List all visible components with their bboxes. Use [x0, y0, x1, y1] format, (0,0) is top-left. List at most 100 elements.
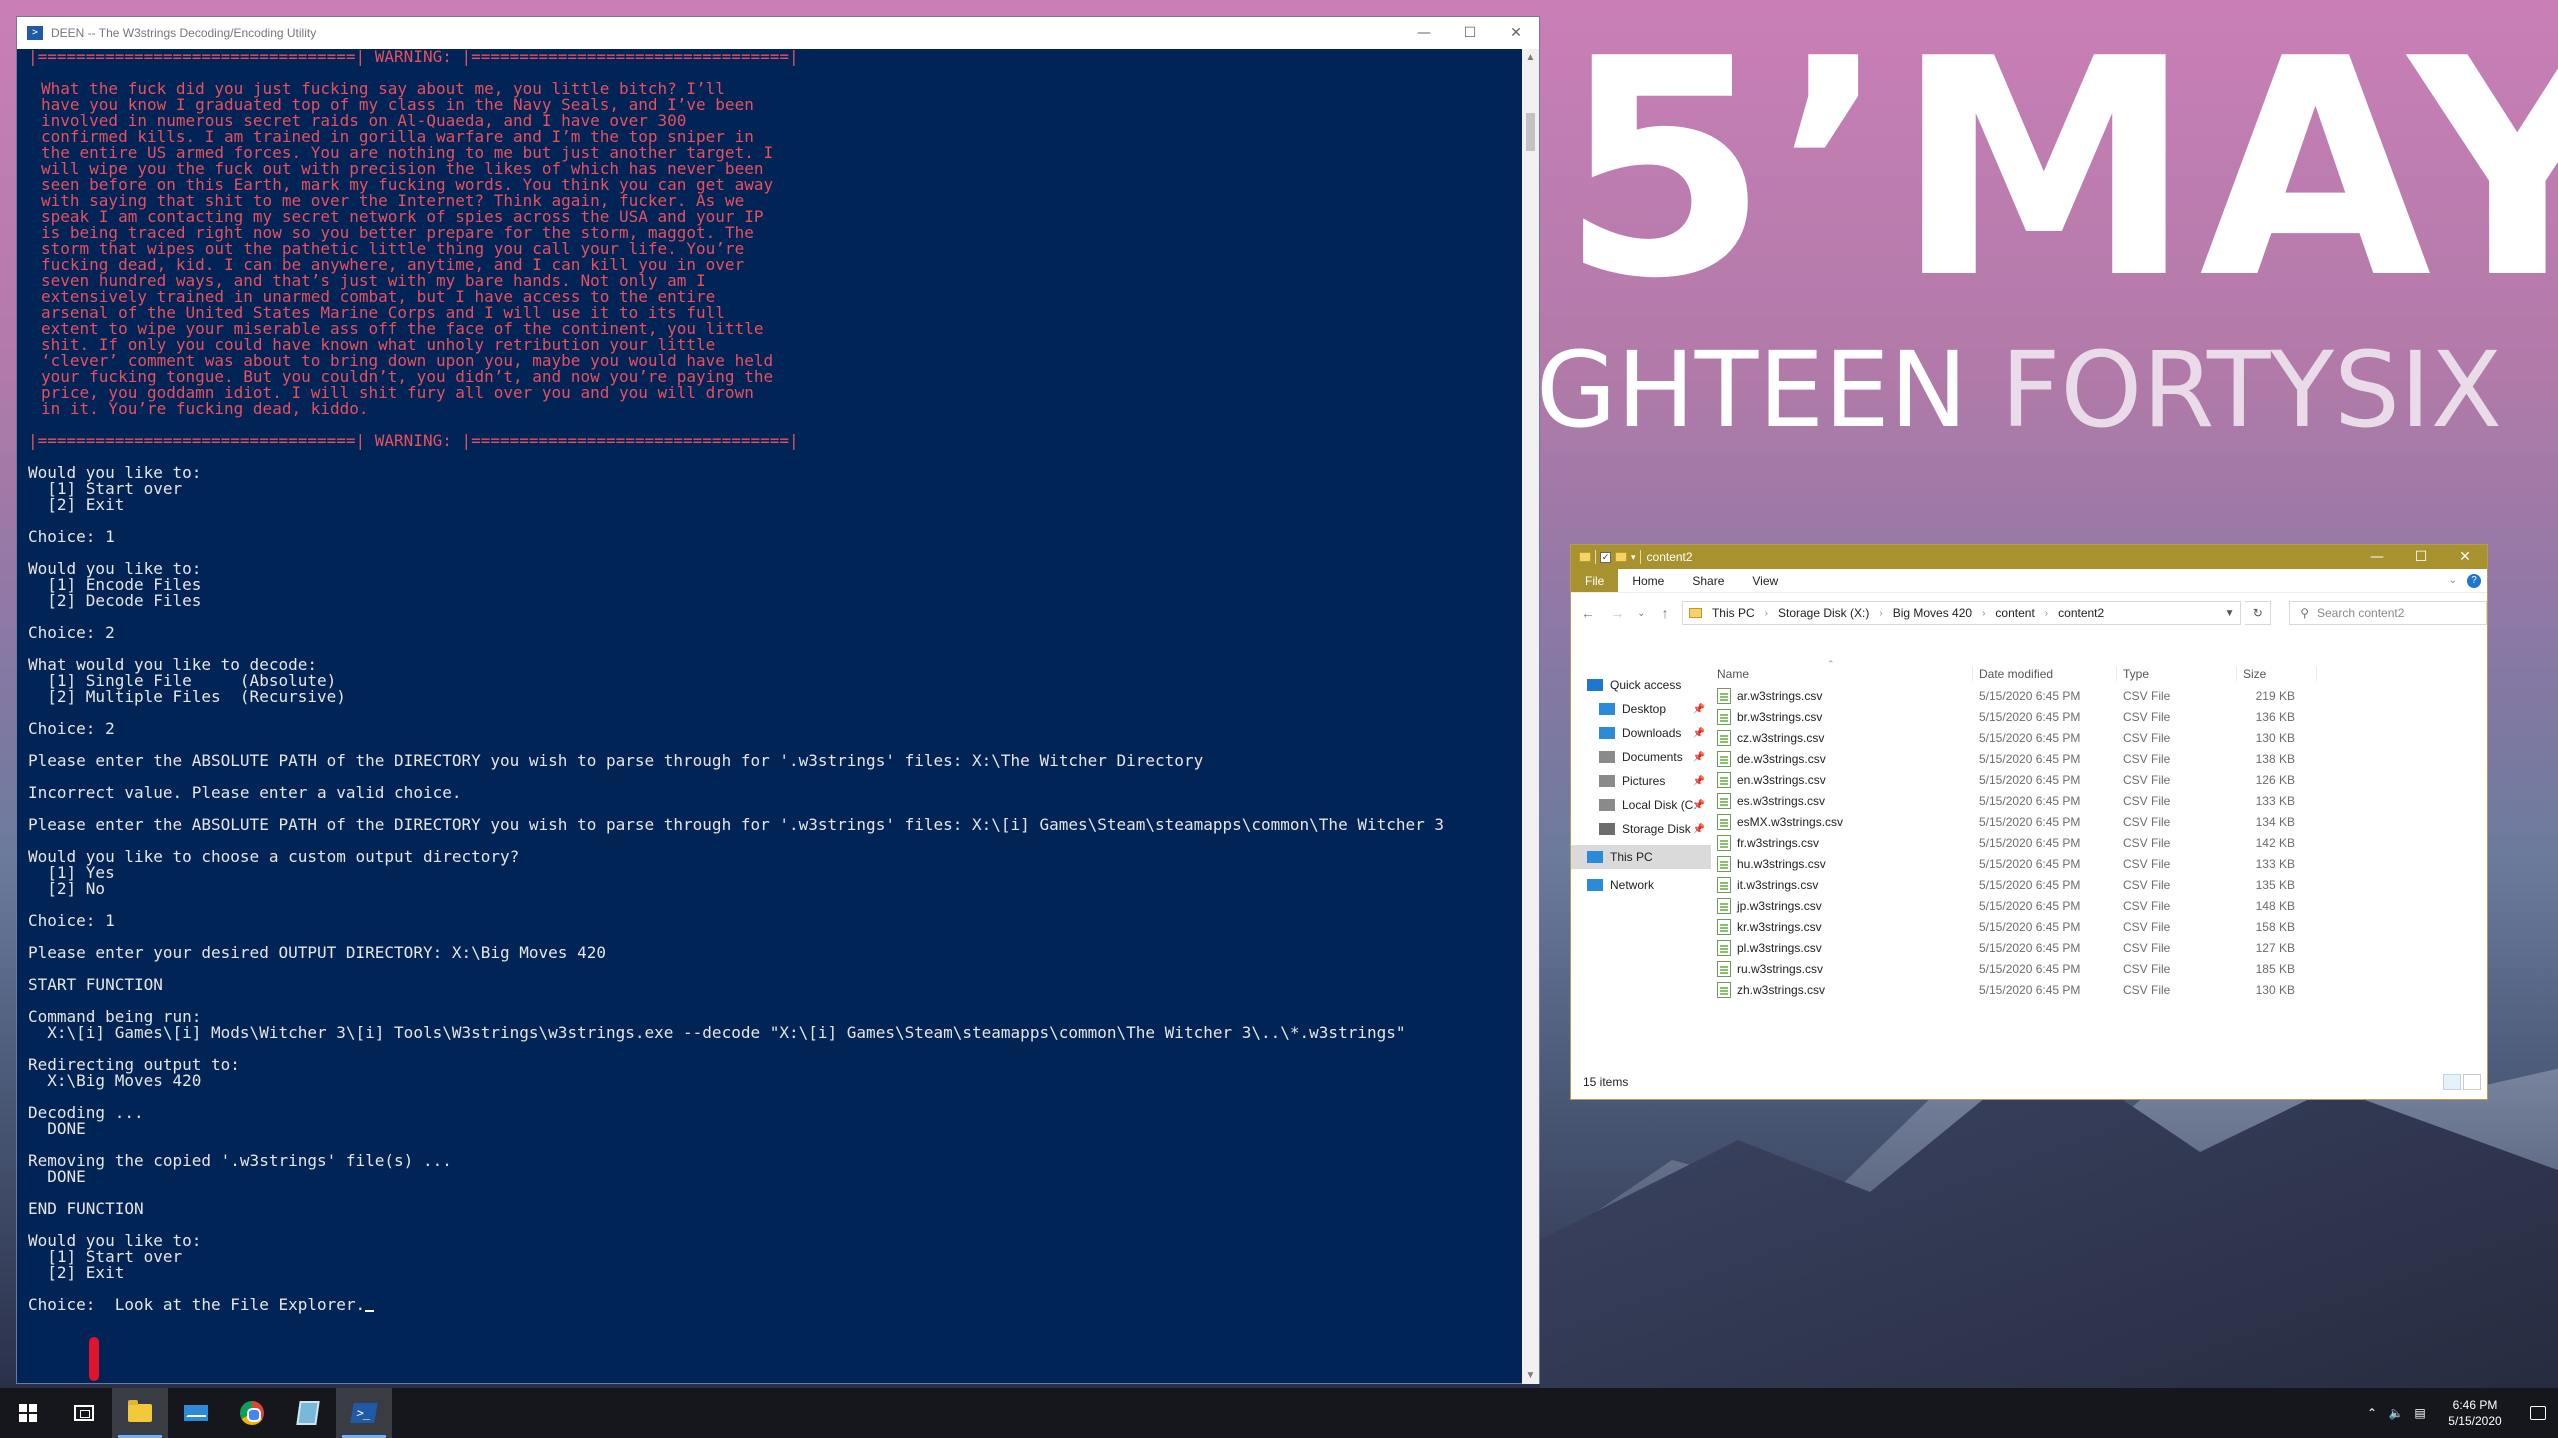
properties-icon[interactable]: ✓: [1600, 551, 1611, 563]
search-input[interactable]: [2316, 606, 2477, 620]
new-folder-icon[interactable]: [1615, 552, 1627, 562]
csv-file-icon: [1717, 897, 1731, 914]
show-hidden-icons-icon[interactable]: ⌃: [2360, 1406, 2384, 1420]
file-row[interactable]: hu.w3strings.csv 5/15/2020 6:45 PM CSV Fil…: [1711, 853, 2489, 874]
taskbar-mail[interactable]: [168, 1388, 224, 1438]
pin-icon[interactable]: 📌: [1693, 800, 1705, 811]
file-row[interactable]: it.w3strings.csv 5/15/2020 6:45 PM CSV Fil…: [1711, 874, 2489, 895]
file-row[interactable]: fr.w3strings.csv 5/15/2020 6:45 PM CSV Fil…: [1711, 832, 2489, 853]
file-row[interactable]: cz.w3strings.csv 5/15/2020 6:45 PM CSV Fil…: [1711, 727, 2489, 748]
nav-item[interactable]: Downloads 📌: [1571, 721, 1711, 745]
breadcrumb-this-pc[interactable]: This PC: [1712, 606, 1755, 620]
taskbar-powershell[interactable]: >_: [336, 1388, 392, 1438]
nav-item[interactable]: Storage Disk 📌: [1571, 817, 1711, 841]
volume-icon[interactable]: 🔈: [2384, 1406, 2408, 1420]
clock[interactable]: 6:46 PM 5/15/2020: [2432, 1397, 2518, 1429]
tab-share[interactable]: Share: [1678, 569, 1738, 592]
file-row[interactable]: de.w3strings.csv 5/15/2020 6:45 PM CSV Fil…: [1711, 748, 2489, 769]
action-center-button[interactable]: [2518, 1388, 2558, 1438]
file-row[interactable]: es.w3strings.csv 5/15/2020 6:45 PM CSV Fil…: [1711, 790, 2489, 811]
pin-icon[interactable]: 📌: [1693, 776, 1705, 787]
back-arrow-icon[interactable]: ←: [1575, 605, 1601, 621]
address-bar[interactable]: This PC › Storage Disk (X:) › Big Moves 42…: [1681, 601, 2242, 625]
chevron-right-icon[interactable]: ›: [1879, 608, 1882, 619]
maximize-button[interactable]: ☐: [1447, 17, 1493, 49]
breadcrumb-content[interactable]: content: [1995, 606, 2034, 620]
explorer-minimize-button[interactable]: —: [2355, 545, 2399, 569]
file-row[interactable]: jp.w3strings.csv 5/15/2020 6:45 PM CSV Fil…: [1711, 895, 2489, 916]
start-button[interactable]: [0, 1388, 56, 1438]
file-row[interactable]: br.w3strings.csv 5/15/2020 6:45 PM CSV Fil…: [1711, 706, 2489, 727]
explorer-maximize-button[interactable]: ☐: [2399, 545, 2443, 569]
nav-item[interactable]: Pictures 📌: [1571, 769, 1711, 793]
file-row[interactable]: esMX.w3strings.csv 5/15/2020 6:45 PM CSV F…: [1711, 811, 2489, 832]
nav-item[interactable]: Network: [1571, 873, 1711, 897]
terminal-line: [2] Multiple Files (Recursive): [28, 687, 346, 706]
qat-chevron-icon[interactable]: ▾: [1631, 552, 1636, 563]
scroll-thumb[interactable]: [1526, 113, 1535, 151]
pin-icon[interactable]: 📌: [1693, 824, 1705, 835]
large-icons-view-icon[interactable]: [2463, 1074, 2481, 1090]
pin-icon[interactable]: 📌: [1693, 728, 1705, 739]
file-explorer-window[interactable]: ✓ ▾ content2 — ☐ ✕ File Home Share View …: [1570, 544, 2488, 1100]
breadcrumb-storage-disk[interactable]: Storage Disk (X:): [1778, 606, 1869, 620]
pin-icon[interactable]: 📌: [1693, 704, 1705, 715]
file-row[interactable]: ru.w3strings.csv 5/15/2020 6:45 PM CSV Fil…: [1711, 958, 2489, 979]
network-icon[interactable]: ▤: [2408, 1406, 2432, 1420]
file-row[interactable]: ar.w3strings.csv 5/15/2020 6:45 PM CSV Fil…: [1711, 685, 2489, 706]
refresh-icon[interactable]: ↻: [2245, 601, 2272, 625]
close-button[interactable]: ✕: [1493, 17, 1539, 49]
console-scrollbar[interactable]: ▲ ▼: [1522, 49, 1539, 1384]
file-size: 133 KB: [2255, 793, 2295, 808]
nav-item[interactable]: This PC: [1571, 845, 1711, 869]
console-window[interactable]: > DEEN -- The W3strings Decoding/Encodin…: [16, 16, 1540, 1384]
address-dropdown-icon[interactable]: ▼: [2225, 608, 2241, 619]
taskbar-file-explorer[interactable]: [112, 1388, 168, 1438]
forward-arrow-icon[interactable]: →: [1605, 605, 1631, 621]
terminal-line: Would you like to:: [28, 463, 202, 482]
scroll-down-icon[interactable]: ▼: [1522, 1367, 1539, 1384]
console-body[interactable]: |=================================| WARN…: [17, 49, 1523, 1384]
file-row[interactable]: pl.w3strings.csv 5/15/2020 6:45 PM CSV Fil…: [1711, 937, 2489, 958]
task-view-button[interactable]: [56, 1388, 112, 1438]
file-name: es.w3strings.csv: [1737, 793, 1826, 808]
terminal-input[interactable]: Look at the File Explorer.: [105, 1295, 365, 1314]
search-box[interactable]: ⚲: [2289, 601, 2488, 625]
column-size[interactable]: Size: [2237, 667, 2317, 681]
explorer-close-button[interactable]: ✕: [2443, 545, 2487, 569]
pin-icon[interactable]: 📌: [1693, 752, 1705, 763]
breadcrumb-content2[interactable]: content2: [2058, 606, 2104, 620]
chevron-right-icon[interactable]: ›: [1765, 608, 1768, 619]
file-row[interactable]: kr.w3strings.csv 5/15/2020 6:45 PM CSV Fil…: [1711, 916, 2489, 937]
console-titlebar[interactable]: > DEEN -- The W3strings Decoding/Encodin…: [17, 17, 1539, 49]
scroll-up-icon[interactable]: ▲: [1522, 49, 1539, 66]
nav-item[interactable]: Quick access: [1571, 673, 1711, 697]
taskbar-chrome[interactable]: [224, 1388, 280, 1438]
expand-ribbon-icon[interactable]: ⌄: [2449, 575, 2457, 586]
file-type: CSV File: [2123, 688, 2171, 703]
details-view-icon[interactable]: [2443, 1074, 2461, 1090]
recent-locations-icon[interactable]: ⌄: [1634, 608, 1648, 619]
column-date-modified[interactable]: Date modified: [1973, 667, 2117, 681]
nav-item[interactable]: Local Disk (C: 📌: [1571, 793, 1711, 817]
terminal-line: Incorrect value. Please enter a valid ch…: [28, 783, 462, 802]
column-type[interactable]: Type: [2117, 667, 2237, 681]
chevron-right-icon[interactable]: ›: [1982, 608, 1985, 619]
tab-view[interactable]: View: [1738, 569, 1792, 592]
file-row[interactable]: zh.w3strings.csv 5/15/2020 6:45 PM CSV Fil…: [1711, 979, 2489, 1000]
nav-item[interactable]: Documents 📌: [1571, 745, 1711, 769]
terminal-prompt-line[interactable]: Choice: Look at the File Explorer.: [28, 1297, 1523, 1313]
chevron-right-icon[interactable]: ›: [2045, 608, 2048, 619]
nav-item[interactable]: Desktop 📌: [1571, 697, 1711, 721]
help-icon[interactable]: ?: [2467, 573, 2481, 588]
taskbar-notes[interactable]: [280, 1388, 336, 1438]
breadcrumb-big-moves[interactable]: Big Moves 420: [1893, 606, 1972, 620]
explorer-titlebar[interactable]: ✓ ▾ content2 — ☐ ✕: [1571, 545, 2487, 569]
minimize-button[interactable]: —: [1401, 17, 1447, 49]
up-arrow-icon[interactable]: ↑: [1652, 605, 1678, 621]
column-name[interactable]: Name: [1711, 667, 1973, 681]
tab-file[interactable]: File: [1571, 569, 1619, 592]
notes-icon: [296, 1401, 320, 1425]
tab-home[interactable]: Home: [1618, 569, 1678, 592]
file-row[interactable]: en.w3strings.csv 5/15/2020 6:45 PM CSV Fil…: [1711, 769, 2489, 790]
